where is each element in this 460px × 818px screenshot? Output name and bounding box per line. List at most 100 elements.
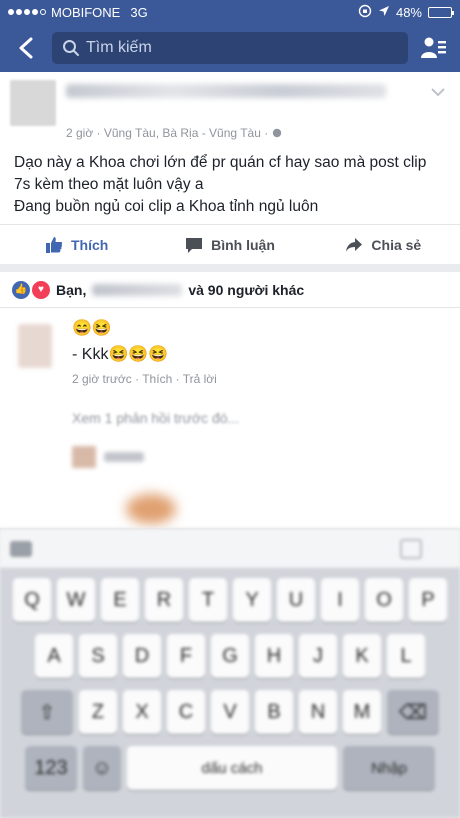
comments-section: 😄😆 - Kkk😆😆😆 2 giờ trước · Thích · Trả lờ… bbox=[0, 308, 460, 528]
key-j[interactable]: J bbox=[299, 634, 337, 678]
commenter-avatar[interactable] bbox=[18, 324, 52, 368]
friends-list-icon bbox=[421, 37, 446, 58]
like-label: Thích bbox=[70, 236, 109, 253]
like-reaction-icon: 👍 bbox=[12, 280, 30, 299]
signal-dot bbox=[16, 9, 22, 15]
reactions-summary[interactable]: 👍 ♥ Bạn, và 90 người khác bbox=[0, 272, 460, 308]
lock-rotation-icon bbox=[358, 4, 372, 21]
post-text-line: Dạo này a Khoa chơi lớn để pr quán cf ha… bbox=[14, 154, 427, 171]
keyboard: QWERTYUIOP ASDFGHJKL ⇧ Z X C V B N M ⌫ 123 ☺ dấu… bbox=[0, 568, 460, 818]
search-icon bbox=[63, 40, 79, 56]
key-s[interactable]: S bbox=[79, 634, 117, 678]
reactor-names-blurred bbox=[92, 283, 183, 296]
globe-icon bbox=[272, 128, 281, 138]
keyboard-row: 123 ☺ dấu cách Nhập bbox=[4, 746, 456, 790]
key-z[interactable]: Z bbox=[79, 690, 117, 734]
key-t[interactable]: T bbox=[189, 578, 227, 622]
signal-dots bbox=[8, 9, 46, 15]
key-e[interactable]: E bbox=[101, 578, 139, 622]
signal-dot bbox=[40, 9, 46, 15]
author-name-blurred[interactable] bbox=[66, 84, 386, 98]
comment-button[interactable]: Bình luận bbox=[153, 236, 306, 254]
key-a[interactable]: A bbox=[35, 634, 73, 678]
sticker-image-blurred bbox=[126, 494, 176, 524]
reactions-suffix: và 90 người khác bbox=[188, 281, 305, 298]
top-bar: MOBIFONE 3G 48% Tìm kiếm bbox=[0, 0, 460, 72]
keyboard-row: QWERTYUIOP bbox=[4, 578, 456, 622]
key-k[interactable]: K bbox=[343, 634, 381, 678]
return-key[interactable]: Nhập bbox=[343, 746, 435, 790]
author-avatar[interactable] bbox=[10, 80, 56, 126]
comment-icon bbox=[186, 237, 203, 253]
key-y[interactable]: Y bbox=[233, 578, 271, 622]
status-bar: MOBIFONE 3G 48% bbox=[0, 0, 460, 24]
reply-preview-blurred bbox=[72, 446, 152, 468]
numbers-key[interactable]: 123 bbox=[25, 746, 77, 790]
signal-dot bbox=[24, 9, 30, 15]
reply-name bbox=[104, 452, 144, 462]
reply-avatar bbox=[72, 446, 96, 468]
key-p[interactable]: P bbox=[409, 578, 447, 622]
comment-input-bar bbox=[0, 528, 460, 568]
signal-dot bbox=[8, 9, 14, 15]
post-header: 2 giờ · Vũng Tàu, Bà Rịa - Vũng Tàu · bbox=[0, 72, 460, 142]
key-v[interactable]: V bbox=[211, 690, 249, 734]
like-button[interactable]: Thích bbox=[0, 236, 153, 254]
carrier-name: MOBIFONE bbox=[51, 4, 121, 20]
comment-meta[interactable]: 2 giờ trước · Thích · Trả lời bbox=[72, 372, 217, 386]
keyboard-row: ⇧ Z X C V B N M ⌫ bbox=[4, 690, 456, 734]
chevron-left-icon bbox=[19, 37, 33, 59]
key-q[interactable]: Q bbox=[13, 578, 51, 622]
friend-requests-button[interactable] bbox=[418, 32, 450, 64]
reactions-prefix: Bạn, bbox=[56, 281, 87, 298]
back-button[interactable] bbox=[10, 32, 42, 64]
post-options-button[interactable] bbox=[428, 82, 448, 102]
post-text-line: Đang buồn ngủ coi clip a Khoa tỉnh ngủ l… bbox=[14, 198, 319, 215]
comment-label: Bình luận bbox=[211, 236, 275, 253]
sticker-icon[interactable] bbox=[400, 538, 422, 559]
backspace-key[interactable]: ⌫ bbox=[387, 690, 439, 734]
post-card: 2 giờ · Vũng Tàu, Bà Rịa - Vũng Tàu · Dạ… bbox=[0, 72, 460, 264]
emoji-key[interactable]: ☺ bbox=[83, 746, 121, 790]
key-m[interactable]: M bbox=[343, 690, 381, 734]
post-body: Dạo này a Khoa chơi lớn để pr quán cf ha… bbox=[14, 152, 450, 218]
keyboard-row: ASDFGHJKL bbox=[4, 634, 456, 678]
search-placeholder: Tìm kiếm bbox=[86, 39, 152, 56]
key-f[interactable]: F bbox=[167, 634, 205, 678]
love-reaction-icon: ♥ bbox=[32, 280, 50, 299]
key-l[interactable]: L bbox=[387, 634, 425, 678]
battery-percent: 48% bbox=[395, 4, 422, 20]
key-x[interactable]: X bbox=[123, 690, 161, 734]
key-n[interactable]: N bbox=[299, 690, 337, 734]
thumbs-up-icon bbox=[45, 236, 63, 253]
space-key[interactable]: dấu cách bbox=[127, 746, 337, 790]
shift-key[interactable]: ⇧ bbox=[21, 690, 73, 734]
key-o[interactable]: O bbox=[365, 578, 403, 622]
share-button[interactable]: Chia sẻ bbox=[307, 236, 460, 254]
status-right: 48% bbox=[358, 4, 454, 21]
key-u[interactable]: U bbox=[277, 578, 315, 622]
key-w[interactable]: W bbox=[57, 578, 95, 622]
key-c[interactable]: C bbox=[167, 690, 205, 734]
share-label: Chia sẻ bbox=[371, 236, 422, 253]
battery-icon bbox=[428, 6, 454, 18]
key-g[interactable]: G bbox=[211, 634, 249, 678]
key-d[interactable]: D bbox=[123, 634, 161, 678]
key-i[interactable]: I bbox=[321, 578, 359, 622]
key-h[interactable]: H bbox=[255, 634, 293, 678]
post-meta-text: 2 giờ · Vũng Tàu, Bà Rịa - Vũng Tàu · bbox=[66, 126, 269, 140]
location-arrow-icon bbox=[378, 5, 390, 20]
share-arrow-icon bbox=[346, 237, 363, 252]
post-text-line: 7s kèm theo mặt luôn vậy a bbox=[14, 176, 204, 193]
key-b[interactable]: B bbox=[255, 690, 293, 734]
search-input[interactable]: Tìm kiếm bbox=[52, 32, 408, 64]
post-actions: Thích Bình luận Chia sẻ bbox=[0, 224, 460, 264]
comment-text-line: - Kkk😆😆😆 bbox=[72, 346, 169, 363]
view-previous-replies-link[interactable]: Xem 1 phản hồi trước đó... bbox=[72, 410, 239, 426]
camera-icon[interactable] bbox=[10, 540, 32, 557]
chevron-down-icon bbox=[431, 88, 445, 97]
post-meta: 2 giờ · Vũng Tàu, Bà Rịa - Vũng Tàu · bbox=[66, 126, 282, 140]
comment-text-line: 😄😆 bbox=[72, 320, 112, 337]
key-r[interactable]: R bbox=[145, 578, 183, 622]
network-type: 3G bbox=[130, 4, 148, 20]
